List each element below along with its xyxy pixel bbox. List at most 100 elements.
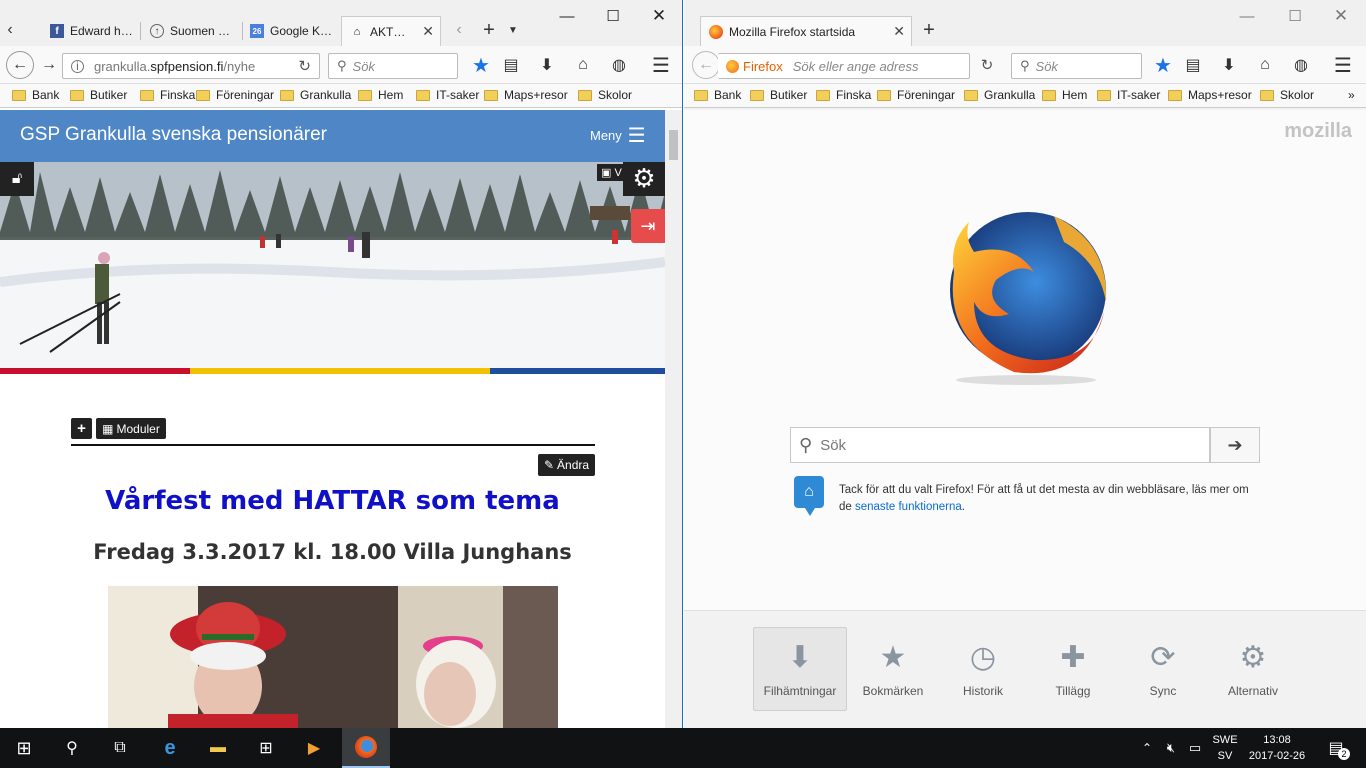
bookmark-folder[interactable]: Hem [1042, 88, 1087, 102]
pocket-icon[interactable]: ◍ [1288, 53, 1314, 77]
edit-button[interactable]: ✎ Ändra [538, 454, 595, 476]
action-center-button[interactable]: ▤ 2 [1316, 728, 1356, 768]
bookmark-folder[interactable]: Butiker [750, 88, 807, 102]
home-button-icon[interactable]: ⌂ [1252, 53, 1278, 77]
history-launcher-button[interactable]: ◷ Historik [936, 640, 1030, 698]
url-bar[interactable]: Firefox Sök eller ange adress [718, 53, 970, 79]
clock[interactable]: 13:08 2017-02-26 [1244, 732, 1310, 764]
bookmark-folder[interactable]: Maps+resor [1168, 88, 1252, 102]
search-button[interactable]: ⚲ [48, 728, 96, 768]
more-bookmarks-icon[interactable]: » [1348, 88, 1355, 102]
menu-button[interactable]: Meny ☰ [590, 126, 646, 146]
bookmark-folder[interactable]: Skolor [578, 88, 632, 102]
bookmark-folder[interactable]: Föreningar [877, 88, 955, 102]
tab-facebook[interactable]: f Edward h… [42, 16, 142, 46]
url-placeholder: Sök eller ange adress [792, 58, 919, 74]
unlock-icon[interactable]: 🔓︎ [0, 162, 34, 196]
search-input[interactable]: ⚲ Sök [328, 53, 458, 79]
downloads-icon[interactable]: ⬇ [534, 53, 560, 77]
store-taskbar-button[interactable]: ⊞ [242, 728, 290, 768]
edge-taskbar-button[interactable]: e [146, 728, 194, 768]
tab-suomen[interactable]: ↑ Suomen … [142, 16, 242, 46]
new-tab-button[interactable]: + [916, 18, 942, 42]
battery-icon[interactable]: ▭ [1184, 728, 1206, 768]
scroll-tabs-right-icon[interactable]: ‹ [450, 18, 468, 42]
search-go-button[interactable]: ➔ [1210, 427, 1260, 463]
addons-launcher-button[interactable]: ✚ Tillägg [1026, 640, 1120, 698]
bookmark-folder[interactable]: IT-saker [1097, 88, 1160, 102]
bookmarks-menu-icon[interactable]: ▤ [498, 53, 524, 77]
firefox-taskbar-button[interactable] [342, 728, 390, 768]
list-tabs-icon[interactable]: ▼ [500, 18, 526, 42]
logout-icon[interactable]: ⇥ [631, 209, 665, 243]
downloads-launcher-button[interactable]: ⬇ Filhämtningar [753, 627, 847, 711]
add-module-button[interactable]: + [71, 418, 92, 439]
task-view-button[interactable]: ⧉ [96, 728, 144, 768]
bookmark-folder[interactable]: Finska [140, 88, 195, 102]
media-taskbar-button[interactable]: ▶ [290, 728, 338, 768]
bookmark-folder[interactable]: Butiker [70, 88, 127, 102]
downloads-icon[interactable]: ⬇ [1216, 53, 1242, 77]
bookmark-folder[interactable]: Bank [694, 88, 741, 102]
forward-button[interactable]: → [36, 53, 62, 77]
bookmark-star-icon[interactable]: ★ [468, 53, 494, 77]
hamburger-menu-icon[interactable]: ☰ [648, 53, 674, 77]
close-window-button[interactable]: ✕ [1318, 0, 1364, 32]
minimize-button[interactable]: — [1224, 0, 1270, 32]
bookmarks-menu-icon[interactable]: ▤ [1180, 53, 1206, 77]
scroll-tabs-left-icon[interactable]: ‹ [0, 18, 20, 42]
language-indicator[interactable]: SWE SV [1210, 732, 1240, 764]
bookmark-folder[interactable]: IT-saker [416, 88, 479, 102]
bookmark-folder[interactable]: Maps+resor [484, 88, 568, 102]
sync-launcher-button[interactable]: ⟳ Sync [1116, 640, 1210, 698]
maximize-button[interactable]: ☐ [1272, 0, 1318, 32]
volume-mute-icon[interactable]: 🔇︎ [1160, 728, 1182, 768]
bookmarks-toolbar: Bank Butiker Finska Föreningar Grankulla… [684, 84, 1366, 108]
change-image-button[interactable]: ▣ V [597, 164, 626, 181]
minimize-button[interactable]: — [544, 0, 590, 32]
article-subheadline: Fredag 3.3.2017 kl. 18.00 Villa Junghans [93, 540, 572, 564]
pocket-icon[interactable]: ◍ [606, 53, 632, 77]
close-tab-icon[interactable]: ✕ [893, 23, 905, 40]
sync-icon: ⟳ [1150, 641, 1176, 674]
new-features-link[interactable]: senaste funktionerna [855, 501, 962, 513]
bookmark-folder[interactable]: Finska [816, 88, 871, 102]
maximize-button[interactable]: ☐ [590, 0, 636, 32]
hamburger-menu-icon[interactable]: ☰ [1330, 53, 1356, 77]
settings-gear-icon[interactable]: ⚙ [623, 162, 665, 196]
info-icon[interactable]: i [71, 59, 84, 73]
home-button-icon[interactable]: ⌂ [570, 53, 596, 77]
close-window-button[interactable]: ✕ [636, 0, 682, 32]
bookmark-folder[interactable]: Skolor [1260, 88, 1314, 102]
back-button[interactable]: ← [692, 51, 720, 79]
show-hidden-icons[interactable]: ⌃ [1136, 728, 1158, 768]
bookmark-folder[interactable]: Grankulla [964, 88, 1035, 102]
clock-icon: ◷ [969, 641, 997, 674]
search-icon: ⚲ [337, 58, 347, 73]
explorer-taskbar-button[interactable]: ▬ [194, 728, 242, 768]
search-icon: ⚲ [66, 740, 78, 757]
reload-icon[interactable]: ↻ [974, 53, 1000, 77]
start-button[interactable]: ⊞ [0, 728, 48, 768]
bookmark-folder[interactable]: Föreningar [196, 88, 274, 102]
bookmark-folder[interactable]: Hem [358, 88, 403, 102]
site-title[interactable]: GSP Grankulla svenska pensionärer [20, 124, 327, 146]
bookmark-star-icon[interactable]: ★ [1150, 53, 1176, 77]
reload-icon[interactable]: ↻ [298, 57, 311, 75]
scrollbar-thumb[interactable] [669, 130, 678, 160]
back-button[interactable]: ← [6, 51, 34, 79]
bookmark-folder[interactable]: Grankulla [280, 88, 351, 102]
url-bar[interactable]: i grankulla. spfpension.fi/nyhe ↻ [62, 53, 320, 79]
new-tab-button[interactable]: + [476, 18, 502, 42]
start-search-input[interactable]: ⚲ Sök [790, 427, 1210, 463]
bookmark-folder[interactable]: Bank [12, 88, 59, 102]
tab-active-akt[interactable]: ⌂ AKT… ✕ [341, 16, 441, 46]
options-launcher-button[interactable]: ⚙ Alternativ [1206, 640, 1300, 698]
tab-firefox-start[interactable]: Mozilla Firefox startsida ✕ [700, 16, 912, 46]
close-tab-icon[interactable]: ✕ [422, 23, 434, 40]
tab-google-calendar[interactable]: 26 Google K… [242, 16, 342, 46]
modules-button[interactable]: ▦ Moduler [96, 418, 166, 439]
bookmarks-launcher-button[interactable]: ★ Bokmärken [846, 640, 940, 698]
vertical-scrollbar[interactable] [665, 110, 682, 728]
search-input[interactable]: ⚲ Sök [1011, 53, 1142, 79]
